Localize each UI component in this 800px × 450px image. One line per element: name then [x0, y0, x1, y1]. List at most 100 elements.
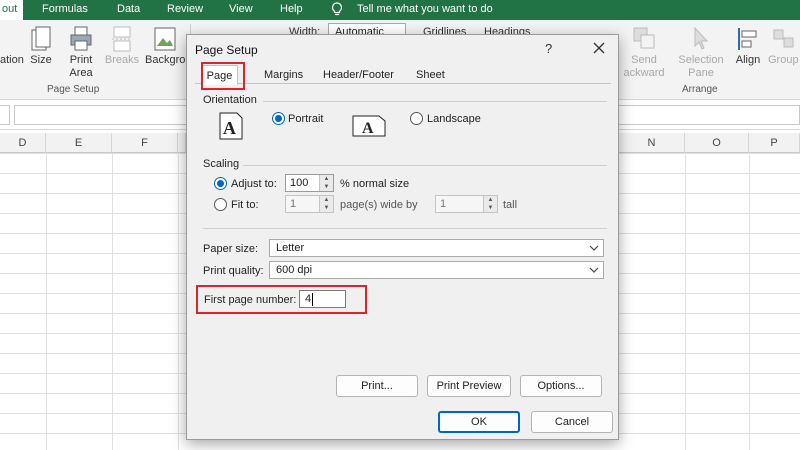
tab-highlight-box — [201, 62, 245, 90]
adjust-to-spinner[interactable]: 100 ▲ ▼ — [285, 174, 334, 192]
selection-pane-button[interactable]: Selection Pane — [674, 26, 728, 80]
column-header-f[interactable]: F — [112, 133, 178, 153]
adjust-to-label[interactable]: Adjust to: — [231, 178, 277, 190]
landscape-page-icon: A — [352, 115, 386, 137]
send-backward-label-2: ackward — [623, 67, 665, 79]
spinner-arrows[interactable]: ▲ ▼ — [319, 196, 333, 212]
print-button[interactable]: Print... — [336, 375, 418, 397]
column-header-p[interactable]: P — [749, 133, 800, 153]
breaks-button[interactable]: Breaks — [103, 26, 141, 67]
arrange-group-label: Arrange — [682, 84, 718, 95]
portrait-radio[interactable] — [272, 112, 285, 125]
chevron-down-icon — [589, 245, 599, 251]
grid-line — [685, 153, 686, 450]
section-divider — [203, 228, 607, 229]
column-header-o[interactable]: O — [685, 133, 749, 153]
print-quality-label: Print quality: — [203, 265, 264, 277]
group-label: Group — [768, 54, 799, 66]
fit-tall-spinner[interactable]: 1 ▲ ▼ — [435, 195, 498, 213]
section-divider — [263, 101, 607, 102]
dialog-title: Page Setup — [195, 43, 258, 57]
paper-size-dropdown[interactable]: Letter — [269, 239, 604, 257]
ok-button[interactable]: OK — [438, 411, 520, 433]
size-button[interactable]: Size — [26, 26, 56, 67]
scaling-section-label: Scaling — [203, 158, 240, 170]
portrait-label[interactable]: Portrait — [288, 113, 323, 125]
tab-review[interactable]: Review — [167, 3, 203, 15]
page-setup-dialog: Page Setup ? Page Margins Header/Footer … — [186, 34, 619, 440]
adjust-to-radio[interactable] — [214, 177, 227, 190]
tab-header-footer[interactable]: Header/Footer — [323, 69, 394, 84]
selection-pane-label-1: Selection — [678, 54, 724, 66]
print-area-label-2: Area — [69, 67, 93, 79]
landscape-radio[interactable] — [410, 112, 423, 125]
selection-pane-label-2: Pane — [688, 67, 714, 79]
name-box[interactable] — [0, 105, 10, 125]
options-button[interactable]: Options... — [520, 375, 602, 397]
group-button[interactable]: Group — [768, 26, 800, 67]
printer-icon — [70, 26, 92, 51]
align-icon — [738, 28, 757, 50]
align-label: Align — [735, 54, 761, 66]
grid-line — [112, 153, 113, 450]
fit-wide-spinner[interactable]: 1 ▲ ▼ — [285, 195, 334, 213]
grid-line — [178, 153, 179, 450]
grid-line — [749, 153, 750, 450]
tab-sheet[interactable]: Sheet — [416, 69, 445, 84]
fit-tall-value: 1 — [440, 198, 447, 210]
background-button[interactable]: Backgro — [145, 26, 187, 67]
selection-pane-icon — [694, 26, 709, 50]
send-backward-label-1: Send — [631, 54, 657, 66]
size-icon — [31, 26, 51, 51]
paper-size-value: Letter — [276, 242, 305, 254]
tab-formulas[interactable]: Formulas — [42, 3, 88, 15]
send-backward-icon — [633, 27, 655, 49]
page-setup-group-label: Page Setup — [47, 84, 100, 95]
column-header-d[interactable]: D — [0, 133, 46, 153]
chevron-down-icon — [589, 267, 599, 273]
group-icon — [773, 29, 794, 48]
fit-wide-value: 1 — [290, 198, 297, 210]
orientation-section-label: Orientation — [203, 94, 257, 106]
tab-strip-line — [195, 83, 611, 84]
portrait-page-icon: A — [219, 112, 243, 140]
print-area-label-1: Print — [69, 54, 93, 66]
svg-text:A: A — [223, 118, 236, 138]
help-button[interactable]: ? — [545, 41, 552, 56]
fit-to-label[interactable]: Fit to: — [231, 199, 259, 211]
svg-text:A: A — [362, 120, 374, 137]
column-header[interactable] — [178, 133, 186, 153]
tab-view[interactable]: View — [229, 3, 253, 15]
tab-help[interactable]: Help — [280, 3, 303, 15]
cancel-button[interactable]: Cancel — [531, 411, 613, 433]
size-label: Size — [30, 54, 52, 66]
breaks-label: Breaks — [104, 54, 140, 66]
landscape-label[interactable]: Landscape — [427, 113, 481, 125]
close-icon[interactable] — [590, 39, 608, 57]
send-backward-button[interactable]: Send ackward — [622, 26, 666, 80]
spinner-arrows[interactable]: ▲ ▼ — [319, 175, 333, 191]
first-page-highlight-box — [196, 285, 367, 314]
column-header-n[interactable]: N — [619, 133, 685, 153]
fit-to-radio[interactable] — [214, 198, 227, 211]
ribbon-tab-bar: out Formulas Data Review View Help Tell … — [0, 0, 800, 20]
adjust-to-value: 100 — [290, 177, 309, 189]
adjust-to-suffix: % normal size — [340, 178, 410, 190]
tab-data[interactable]: Data — [117, 3, 140, 15]
grid-line — [46, 153, 47, 450]
print-quality-value: 600 dpi — [276, 264, 313, 276]
print-quality-dropdown[interactable]: 600 dpi — [269, 261, 604, 279]
column-header-e[interactable]: E — [46, 133, 112, 153]
tab-margins[interactable]: Margins — [264, 69, 303, 84]
tab-page-layout[interactable]: out — [0, 0, 24, 20]
align-button[interactable]: Align — [732, 26, 764, 67]
print-area-button[interactable]: Print Area — [63, 26, 99, 80]
paper-size-label: Paper size: — [203, 243, 259, 255]
fit-tall-suffix: tall — [503, 199, 518, 211]
tell-me-search[interactable]: Tell me what you want to do — [357, 3, 493, 15]
orientation-button[interactable]: ation — [0, 54, 24, 67]
fit-wide-suffix: page(s) wide by — [340, 199, 418, 211]
spinner-arrows[interactable]: ▲ ▼ — [483, 196, 497, 212]
print-preview-button[interactable]: Print Preview — [427, 375, 511, 397]
lightbulb-icon — [331, 2, 343, 16]
